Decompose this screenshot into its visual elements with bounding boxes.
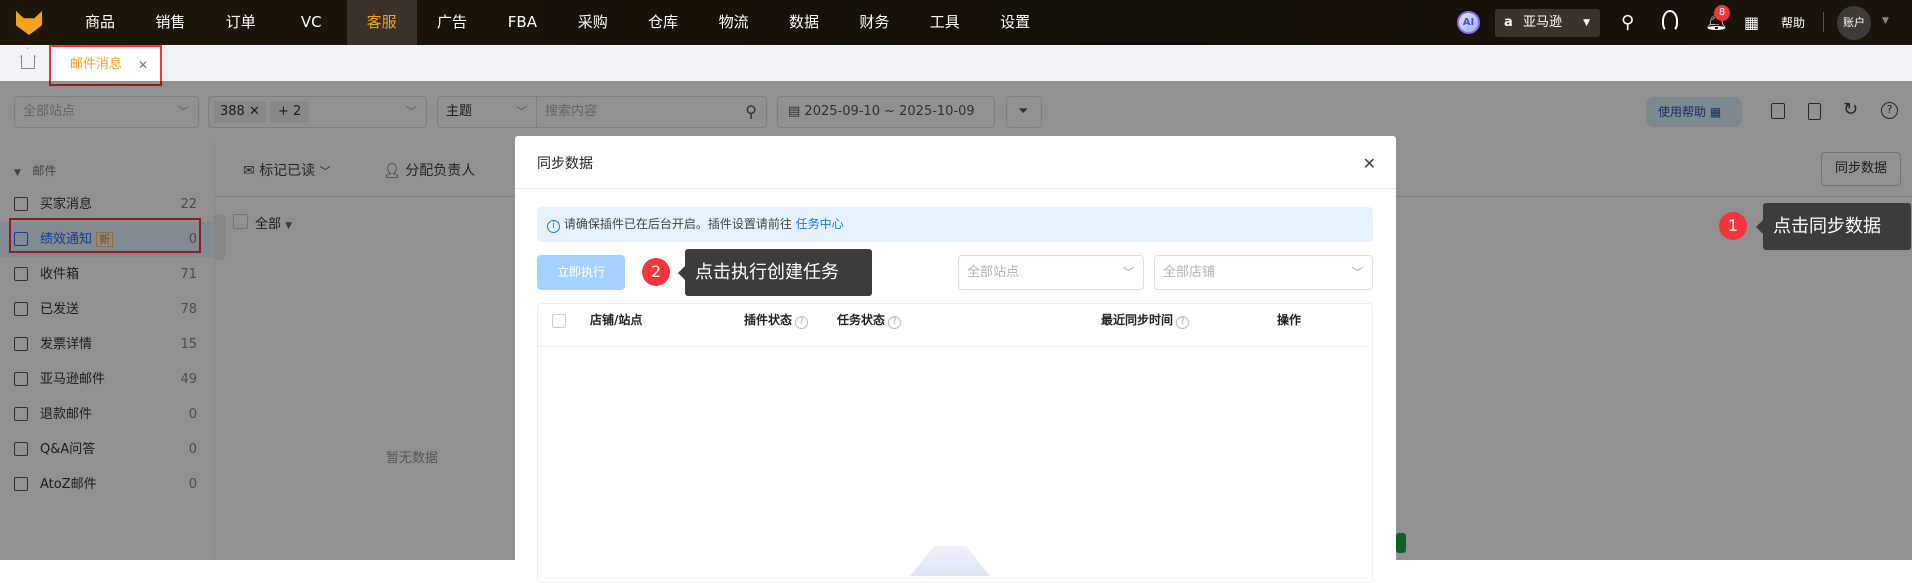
nav-item[interactable]: 销售 [135, 0, 205, 45]
nav-item[interactable]: VC [276, 0, 346, 45]
run-now-button[interactable]: 立即执行 [537, 255, 625, 290]
nav-item[interactable]: 仓库 [628, 0, 698, 45]
guide-step-badge: 2 [642, 258, 670, 286]
account-avatar[interactable]: 账户 [1837, 6, 1871, 40]
help-icon[interactable]: ? [888, 316, 902, 329]
stores-table [537, 303, 1373, 583]
select-all-checkbox[interactable] [552, 314, 566, 328]
nav-item[interactable]: FBA [487, 0, 557, 45]
column-last-sync-time: 最近同步时间? [1101, 311, 1190, 329]
nav-item[interactable]: 数据 [769, 0, 839, 45]
help-link[interactable]: 帮助 [1781, 14, 1805, 31]
nav-item[interactable]: 工具 [910, 0, 980, 45]
ai-icon[interactable]: AI [1457, 11, 1480, 34]
nav-item[interactable]: 采购 [558, 0, 628, 45]
nav-item[interactable]: 设置 [980, 0, 1050, 45]
sync-data-modal: 同步数据 ✕ i 请确保插件已在后台开启。插件设置请前往 任务中心 立即执行 全… [515, 136, 1396, 583]
home-icon[interactable] [19, 48, 36, 69]
column-plugin-status: 插件状态? [744, 311, 809, 329]
nav-item[interactable]: 客服 [346, 0, 417, 45]
column-actions: 操作 [1277, 313, 1302, 327]
tab-bar: 邮件消息 ✕ [0, 45, 1912, 86]
nav-item[interactable]: 财务 [839, 0, 909, 45]
info-icon: i [547, 220, 560, 233]
nav-item[interactable]: 广告 [417, 0, 487, 45]
modal-site-select[interactable]: 全部站点 ﹀ [958, 255, 1144, 290]
platform-label: 亚马逊 [1523, 15, 1563, 30]
nav-item[interactable]: 商品 [65, 0, 135, 45]
modal-title: 同步数据 [537, 156, 593, 172]
close-icon[interactable]: ✕ [1363, 154, 1376, 173]
help-icon[interactable]: ? [1176, 316, 1190, 329]
notice-bar: i 请确保插件已在后台开启。插件设置请前往 任务中心 [537, 207, 1373, 242]
modal-store-select[interactable]: 全部店铺 ﹀ [1154, 255, 1373, 290]
help-icon[interactable]: ? [795, 316, 809, 329]
column-task-status: 任务状态? [837, 311, 902, 329]
guide-tooltip: 点击同步数据 [1756, 203, 1911, 250]
chevron-down-icon: ﹀ [1352, 266, 1363, 279]
caret-down-icon[interactable]: ▼ [1882, 16, 1889, 26]
chevron-down-icon: ﹀ [1123, 266, 1134, 279]
nav-item[interactable]: 订单 [206, 0, 276, 45]
nav-item[interactable]: 物流 [699, 0, 769, 45]
guide-tooltip: 点击执行创建任务 [678, 249, 872, 296]
search-icon[interactable]: ⚲ [1621, 12, 1634, 33]
top-navigation-bar: 商品 销售 订单 VC 客服 广告 FBA 采购 仓库 物流 数据 财务 工具 设置 AI a 亚马逊 ▼… [0, 0, 1912, 45]
caret-down-icon: ▼ [1583, 18, 1590, 28]
divider [1823, 12, 1824, 32]
platform-select[interactable]: a 亚马逊 ▼ [1495, 9, 1600, 37]
divider [538, 346, 1368, 347]
highlight-box [49, 45, 162, 86]
column-store-site: 店铺/站点 [590, 313, 643, 327]
amazon-icon: a [1504, 15, 1513, 30]
divider [515, 188, 1396, 189]
notification-badge: 8 [1714, 5, 1730, 21]
guide-step-badge: 1 [1719, 212, 1747, 240]
headset-icon[interactable] [1662, 10, 1678, 32]
apps-grid-icon[interactable]: ▦ [1744, 13, 1759, 32]
task-center-link[interactable]: 任务中心 [796, 217, 844, 231]
logo-icon[interactable] [16, 11, 42, 35]
